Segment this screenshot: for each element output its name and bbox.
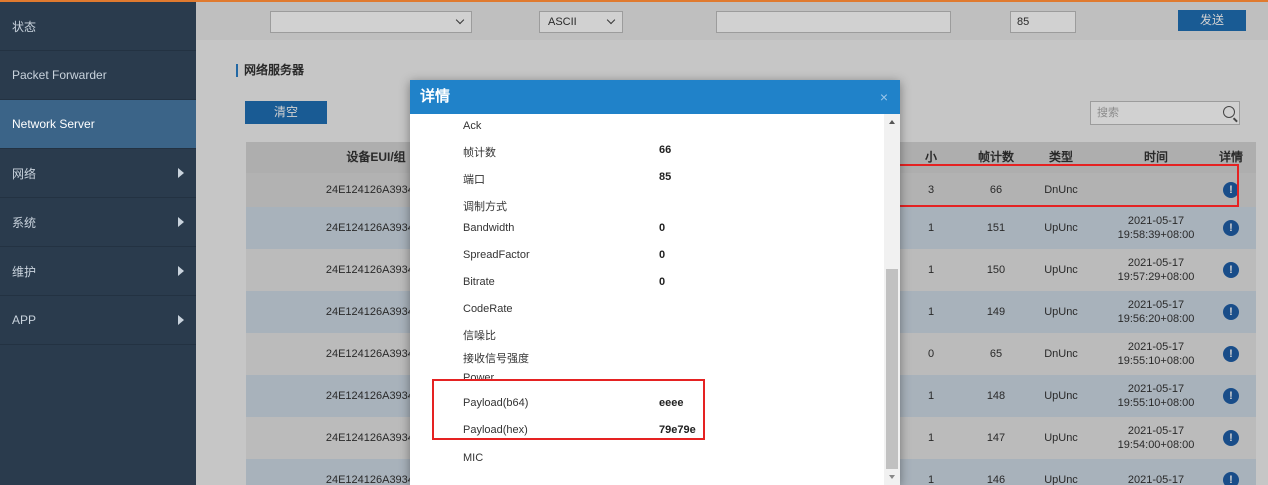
highlight-box-table-row <box>885 164 1239 207</box>
field-label: 端口 <box>463 174 485 186</box>
sidebar-item-status[interactable]: 状态 <box>0 2 196 51</box>
field-label: Ack <box>463 120 482 132</box>
sidebar-item-label: 网络 <box>12 166 37 181</box>
modal-scrollbar[interactable] <box>884 114 900 485</box>
field-label: Bitrate <box>463 276 495 288</box>
field-label: 信噪比 <box>463 330 496 342</box>
sidebar-item-maintenance[interactable]: 维护 <box>0 247 196 296</box>
sidebar-item-label: Packet Forwarder <box>12 68 107 82</box>
field-label: 帧计数 <box>463 147 496 159</box>
field-value: 85 <box>659 171 672 183</box>
sidebar-item-network-server[interactable]: Network Server <box>0 100 196 149</box>
modal-title: 详情 <box>420 88 451 105</box>
chevron-right-icon <box>178 315 184 325</box>
close-icon[interactable]: × <box>880 80 888 114</box>
highlight-box-payload <box>432 379 705 440</box>
sidebar-item-label: Network Server <box>12 117 95 131</box>
scroll-down-arrow-icon[interactable] <box>889 475 895 479</box>
scroll-up-arrow-icon[interactable] <box>889 120 895 124</box>
modal-header: 详情 × <box>410 80 900 114</box>
sidebar-item-network[interactable]: 网络 <box>0 149 196 198</box>
field-label: SpreadFactor <box>463 249 530 261</box>
chevron-right-icon <box>178 266 184 276</box>
field-value: 0 <box>659 276 666 288</box>
field-value: 0 <box>659 222 666 234</box>
sidebar-item-label: 状态 <box>12 19 37 34</box>
field-value: 0 <box>659 249 666 261</box>
sidebar: 状态 Packet Forwarder Network Server 网络 系统… <box>0 2 196 485</box>
scroll-thumb[interactable] <box>886 269 898 469</box>
sidebar-item-system[interactable]: 系统 <box>0 198 196 247</box>
sidebar-item-label: 维护 <box>12 264 37 279</box>
field-label: CodeRate <box>463 303 513 315</box>
chevron-right-icon <box>178 217 184 227</box>
sidebar-item-packet-forwarder[interactable]: Packet Forwarder <box>0 51 196 100</box>
chevron-right-icon <box>178 168 184 178</box>
sidebar-item-label: APP <box>12 313 37 327</box>
field-label: 调制方式 <box>463 201 507 213</box>
sidebar-item-label: 系统 <box>12 215 37 230</box>
field-label: Bandwidth <box>463 222 515 234</box>
field-value: 66 <box>659 144 672 156</box>
field-label: 接收信号强度 <box>463 353 529 365</box>
field-label: MIC <box>463 452 484 464</box>
sidebar-item-app[interactable]: APP <box>0 296 196 345</box>
